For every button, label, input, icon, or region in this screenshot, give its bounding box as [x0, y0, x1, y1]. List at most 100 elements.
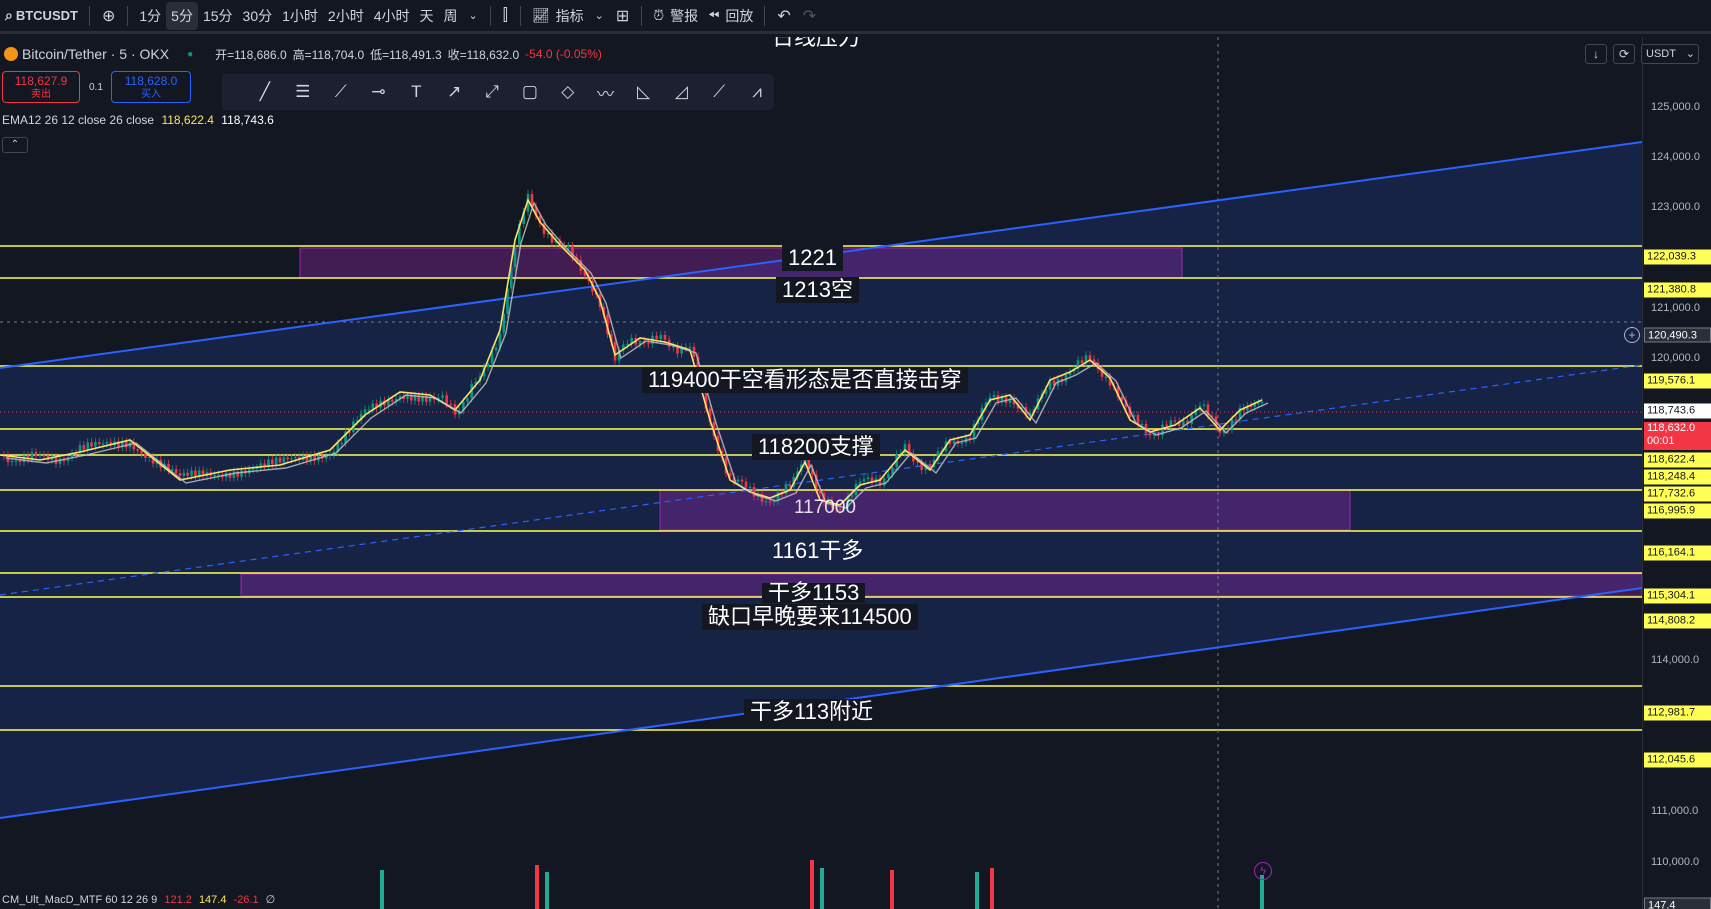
legend-row-main: Bitcoin/Tether · 5 · OKX ● 开=118,686.0 高… [0, 44, 602, 64]
candle-body [1257, 403, 1260, 405]
indicators-button[interactable]: 📈︎ 指标 [527, 2, 589, 30]
candle-body [445, 395, 448, 404]
measure-tool-icon[interactable]: ◿ [664, 82, 698, 102]
annotation-1153: 干多1153 [762, 582, 866, 604]
candle-body [294, 456, 297, 459]
candle-body [1088, 355, 1092, 360]
candle-body [748, 486, 752, 489]
currency-select[interactable]: USDT ⌄ [1641, 44, 1699, 64]
sell-label: 卖出 [31, 89, 51, 100]
pattern-tool-icon[interactable]: ◇ [551, 82, 585, 102]
interval-30m[interactable]: 30分 [238, 2, 278, 30]
interval-15m[interactable]: 15分 [198, 2, 238, 30]
chart-pane[interactable]: 日线压力 1221 1213空 119400干空看形态是否直接击穿 118200… [0, 37, 1642, 909]
add-icon[interactable]: ⊕ [96, 6, 121, 26]
elliott-wave-icon[interactable]: ⩘ [740, 82, 774, 102]
candle-body [788, 484, 792, 487]
legend-close: 收=118,632.0 [447, 47, 520, 62]
chevron-down-icon[interactable]: ⌄ [463, 9, 484, 22]
alerts-button[interactable]: ⏰︎ 警报 [648, 2, 703, 30]
ema-label: EMA12 26 12 close 26 close [2, 113, 155, 127]
candle-body [174, 469, 178, 474]
drawing-toolbar: ╱ ☰ ⟋ ⊸ T ↗ ⤢ ▢ ◇ 〰 ◺ ◿ ⟋ ⩘ [222, 74, 774, 110]
sell-button[interactable]: 118,627.9 卖出 [2, 71, 80, 103]
interval-day[interactable]: 天 [415, 2, 439, 30]
add-alert-plus-icon[interactable]: + [1624, 327, 1640, 343]
price-tag-114808: 114,808.2 [1644, 613, 1711, 629]
price-tag-116995: 116,995.9 [1644, 503, 1711, 519]
candle-body [94, 442, 97, 447]
ema-slow-value: 118,743.6 [221, 113, 274, 127]
candles-icon[interactable]: ⫿ [497, 7, 514, 25]
axis-controls: ↓ ⟳ USDT ⌄ [1585, 44, 1699, 64]
layout-icon[interactable]: ⊞ [610, 6, 635, 26]
price-tag-118248: 118,248.4 [1644, 469, 1711, 485]
arrow-tool-icon[interactable]: ↗ [437, 82, 471, 102]
candle-body [178, 473, 182, 476]
auto-scale-icon[interactable]: ⟳ [1613, 44, 1635, 64]
price-axis[interactable]: 125,000.0 124,000.0 123,000.0 121,000.0 … [1642, 37, 1711, 909]
bolt-icon[interactable]: ϟ [1254, 862, 1272, 880]
chevron-down-icon[interactable]: ⌄ [589, 9, 610, 22]
candle-body [232, 471, 236, 478]
indicators-label: 指标 [555, 7, 584, 24]
tick-120000: 120,000.0 [1651, 352, 1700, 364]
candle-body [97, 442, 101, 444]
fib-tool-icon[interactable]: ⟋ [702, 82, 736, 102]
candle-body [409, 395, 413, 401]
candle-body [274, 457, 278, 465]
trendline-tool-icon[interactable]: ╱ [248, 82, 282, 102]
candle-body [194, 470, 197, 477]
ray-tool-icon[interactable]: ⟋ [324, 82, 358, 102]
interval-week[interactable]: 周 [439, 2, 463, 30]
parallel-channel-icon[interactable]: ☰ [286, 82, 320, 102]
interval-4h[interactable]: 4小时 [369, 2, 415, 30]
buy-button[interactable]: 118,628.0 买入 [111, 71, 191, 103]
candle-body [1104, 376, 1108, 378]
interval-2h[interactable]: 2小时 [323, 2, 369, 30]
interval-5m[interactable]: 5分 [166, 1, 198, 30]
candle-body [190, 470, 193, 476]
brush-tool-icon[interactable]: ⤢ [475, 82, 509, 102]
legend-open: 开=118,686.0 [215, 47, 287, 62]
candle-body [1234, 419, 1238, 421]
text-tool-icon[interactable]: T [399, 82, 433, 102]
collapse-legend-button[interactable]: ⌃ [2, 137, 28, 153]
triangle-tool-icon[interactable]: ◺ [627, 82, 661, 102]
candle-body [367, 409, 371, 411]
redo-icon[interactable]: ↷ [797, 6, 822, 26]
macd-bar [535, 865, 539, 909]
candle-body [1080, 360, 1084, 363]
ema-fast-value: 118,622.4 [161, 113, 214, 127]
divider [641, 5, 643, 26]
horizontal-line-icon[interactable]: ⊸ [362, 82, 396, 102]
path-tool-icon[interactable]: 〰 [589, 80, 623, 105]
symbol-description[interactable]: Bitcoin/Tether · 5 · OKX [22, 46, 169, 62]
undo-icon[interactable]: ↶ [771, 6, 796, 26]
replay-button[interactable]: ⏪︎ 回放 [703, 2, 758, 30]
price-tag-119576: 119,576.1 [1644, 373, 1711, 389]
rectangle-tool-icon[interactable]: ▢ [513, 82, 547, 102]
interval-1h[interactable]: 1小时 [277, 2, 323, 30]
candle-body [140, 450, 143, 454]
candle-body [182, 472, 186, 476]
tick-125000: 125,000.0 [1651, 101, 1700, 113]
candle-body [663, 334, 667, 340]
interval-1m[interactable]: 1分 [134, 2, 166, 30]
scroll-down-icon[interactable]: ↓ [1585, 44, 1607, 64]
annotation-1213: 1213空 [776, 277, 859, 303]
tick-110000: 110,000.0 [1651, 856, 1700, 868]
macd-bar [890, 870, 894, 909]
zone-gap-114500 [240, 573, 1642, 597]
tick-124000: 124,000.0 [1651, 151, 1700, 163]
price-tag-112981: 112,981.7 [1644, 705, 1711, 721]
candle-body [1173, 420, 1177, 422]
candle-body [768, 501, 772, 503]
replay-icon: ⏪︎ [708, 7, 720, 23]
candle-body [764, 501, 768, 503]
annotation-118200: 118200支撑 [752, 434, 880, 460]
tick-114000: 114,000.0 [1651, 654, 1700, 666]
symbol-search[interactable]: ⌕ BTCUSDT [0, 2, 83, 30]
candle-body [267, 459, 270, 467]
candle-body [740, 479, 744, 482]
